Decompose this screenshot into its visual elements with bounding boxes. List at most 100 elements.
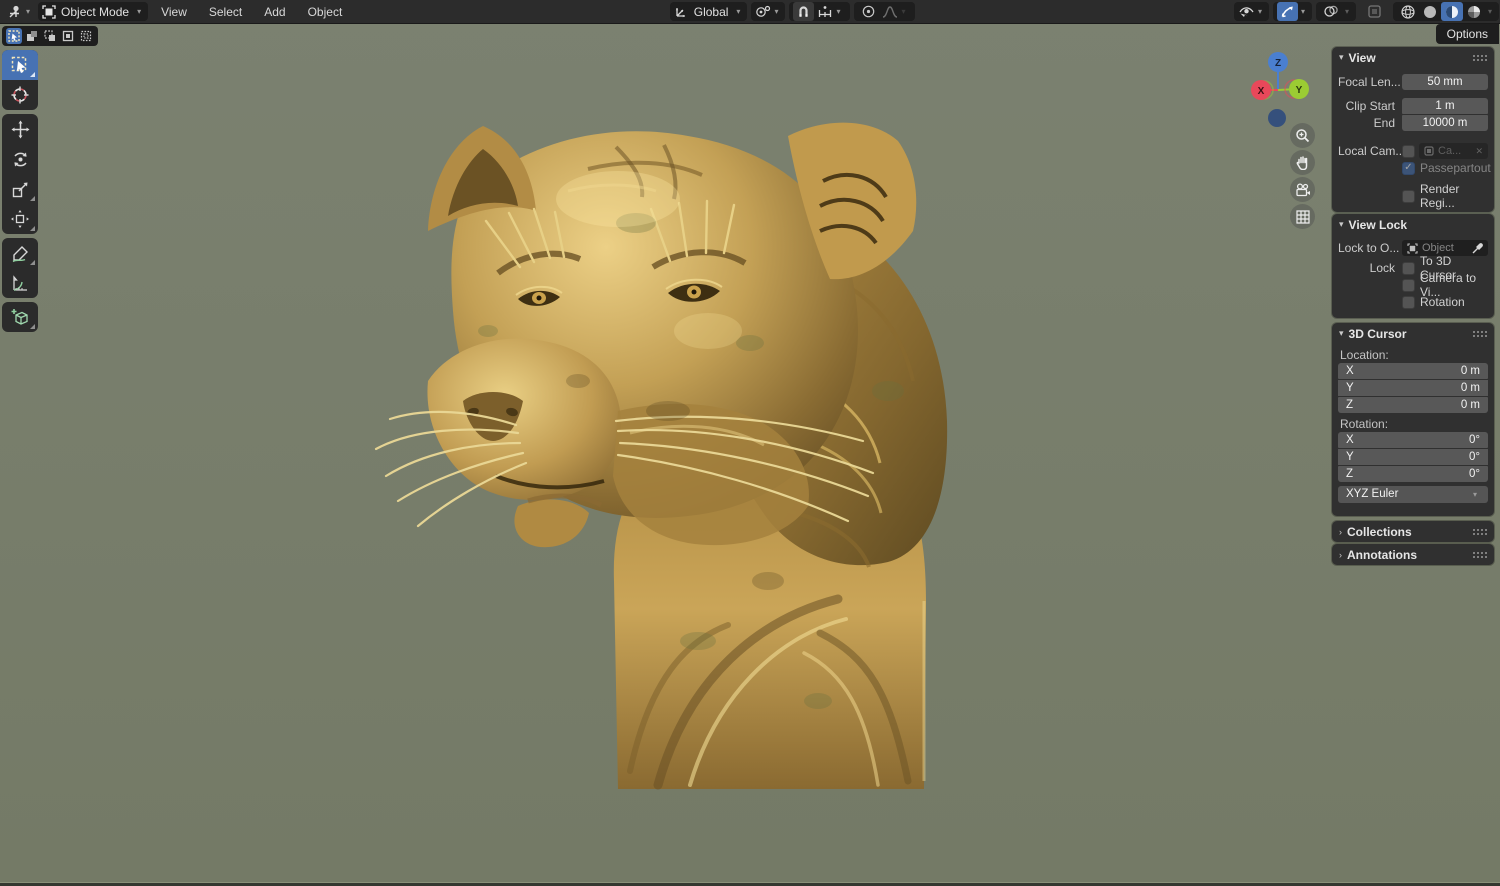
collections-panel-header[interactable]: › Collections (1332, 521, 1494, 542)
select-mode-subtract[interactable] (42, 28, 58, 44)
cursor-panel-header[interactable]: ▾ 3D Cursor (1332, 323, 1494, 344)
clip-end-label: End (1373, 116, 1395, 130)
local-camera-label: Local Cam... (1338, 144, 1402, 158)
tiger-statue[interactable] (368, 80, 968, 792)
cursor-rotation-y-field[interactable]: Y 0° (1338, 449, 1488, 465)
clip-start-field[interactable]: 1 m (1402, 98, 1488, 114)
tool-select-box[interactable] (2, 50, 38, 80)
proportional-editing-toggle[interactable] (858, 2, 879, 21)
annotations-panel-header[interactable]: › Annotations (1332, 544, 1494, 565)
euler-mode-value: XYZ Euler (1346, 488, 1399, 500)
chevron-down-icon: ▾ (1257, 7, 1262, 16)
viewport-bottom-edge (0, 882, 1500, 886)
select-mode-intersect[interactable] (78, 28, 94, 44)
overlays-icon (1324, 5, 1338, 17)
collections-panel-title: Collections (1347, 524, 1412, 539)
chevron-down-icon[interactable]: ▾ (1298, 7, 1308, 16)
move-icon (11, 120, 29, 138)
select-mode-invert[interactable] (60, 28, 76, 44)
mode-dropdown[interactable]: Object Mode ▾ (38, 2, 149, 21)
cursor-location-z-field[interactable]: Z 0 m (1338, 397, 1488, 413)
collections-panel: › Collections (1332, 521, 1494, 542)
camera-view-button[interactable] (1290, 177, 1315, 202)
visibility-dropdown[interactable]: ▾ (1233, 2, 1269, 21)
tool-transform[interactable] (2, 204, 38, 234)
lock-rotation-checkbox[interactable] (1402, 295, 1415, 309)
tool-add-cube[interactable] (2, 302, 38, 332)
orientation-label: Global (693, 4, 729, 19)
view-lock-panel-header[interactable]: ▾ View Lock (1332, 214, 1494, 235)
gizmo-toggle-icon (1281, 6, 1293, 18)
transform-orientation-dropdown[interactable]: Global ▾ (669, 2, 748, 21)
cursor-rotation-x-field[interactable]: X 0° (1338, 432, 1488, 448)
eyedropper-icon[interactable] (1472, 242, 1483, 254)
select-mode-group (2, 26, 98, 46)
focal-length-label: Focal Len... (1338, 75, 1401, 89)
annotations-panel: › Annotations (1332, 544, 1494, 565)
lock-3d-cursor-checkbox[interactable] (1402, 261, 1415, 275)
pivot-point-dropdown[interactable]: ▾ (751, 2, 786, 21)
menu-view[interactable]: View (150, 0, 198, 24)
shading-rendered-button[interactable] (1463, 2, 1485, 21)
snap-increment-icon (819, 5, 832, 17)
overlays-toggle[interactable] (1320, 2, 1342, 21)
panel-grip-icon[interactable] (1472, 54, 1487, 61)
gizmos-toggle[interactable] (1276, 2, 1298, 21)
axis-value: 0 m (1460, 365, 1480, 377)
panel-grip-icon[interactable] (1472, 528, 1487, 535)
shading-solid-button[interactable] (1419, 2, 1441, 21)
snap-target-dropdown[interactable]: ▾ (814, 2, 846, 21)
tool-cursor[interactable] (2, 80, 38, 110)
falloff-dropdown[interactable]: ▾ (879, 2, 911, 21)
tool-scale[interactable] (2, 174, 38, 204)
panel-grip-icon[interactable] (1472, 551, 1487, 558)
clear-icon[interactable]: ✕ (1475, 146, 1483, 157)
shading-material-preview-button[interactable] (1440, 2, 1463, 21)
focal-length-field[interactable]: 50 mm (1402, 74, 1488, 90)
view-panel: ▾ View Focal Len... 50 mm Clip Start 1 m… (1332, 47, 1494, 212)
annotations-panel-title: Annotations (1347, 547, 1417, 562)
snap-toggle[interactable] (793, 2, 815, 21)
euler-mode-dropdown[interactable]: XYZ Euler ▾ (1338, 485, 1488, 503)
render-region-checkbox[interactable] (1402, 189, 1415, 203)
grid-toggle-button[interactable] (1290, 204, 1315, 229)
local-camera-checkbox[interactable] (1402, 144, 1415, 158)
select-mode-set[interactable] (6, 28, 22, 44)
tool-annotate[interactable] (2, 238, 38, 268)
chevron-down-icon[interactable]: ▾ (1342, 7, 1352, 16)
menu-add[interactable]: Add (253, 0, 296, 24)
panel-grip-icon[interactable] (1472, 330, 1487, 337)
axis-label: X (1346, 434, 1354, 446)
camera-to-view-checkbox[interactable] (1402, 278, 1415, 292)
tool-measure[interactable] (2, 268, 38, 298)
shading-wireframe-button[interactable] (1397, 2, 1419, 21)
wireframe-icon (1401, 4, 1415, 19)
tool-options-button[interactable]: Options (1435, 24, 1499, 44)
lock-rotation-label: Rotation (1420, 295, 1465, 309)
xray-toggle[interactable] (1364, 2, 1385, 21)
clip-end-field[interactable]: 10000 m (1402, 115, 1488, 131)
zoom-button[interactable] (1290, 123, 1315, 148)
chevron-down-icon: ▾ (1472, 489, 1477, 499)
navigation-gizmo[interactable]: Z X Y (1238, 48, 1322, 132)
gizmo-z-label: Z (1275, 58, 1281, 69)
tool-move[interactable] (2, 114, 38, 144)
view-panel-header[interactable]: ▾ View (1332, 47, 1494, 68)
cursor-location-y-field[interactable]: Y 0 m (1338, 380, 1488, 396)
local-camera-object-field[interactable]: Ca... ✕ (1419, 143, 1488, 159)
view-panel-title: View (1348, 50, 1376, 65)
pan-button[interactable] (1290, 150, 1315, 175)
chevron-down-icon: ▾ (137, 7, 142, 16)
chevron-down-icon[interactable]: ▾ (1485, 7, 1495, 16)
cursor-panel-title: 3D Cursor (1348, 326, 1407, 341)
cursor-location-x-field[interactable]: X 0 m (1338, 363, 1488, 379)
menu-object[interactable]: Object (297, 0, 354, 24)
gizmo-negative-z-axis[interactable] (1268, 109, 1286, 127)
editor-type-dropdown[interactable]: ▾ (4, 2, 36, 21)
cursor-rotation-z-field[interactable]: Z 0° (1338, 466, 1488, 482)
passepartout-checkbox[interactable] (1402, 161, 1415, 175)
menu-select[interactable]: Select (198, 0, 253, 24)
select-mode-extend[interactable] (24, 28, 40, 44)
chevron-down-icon: ▾ (1339, 52, 1344, 62)
tool-rotate[interactable] (2, 144, 38, 174)
